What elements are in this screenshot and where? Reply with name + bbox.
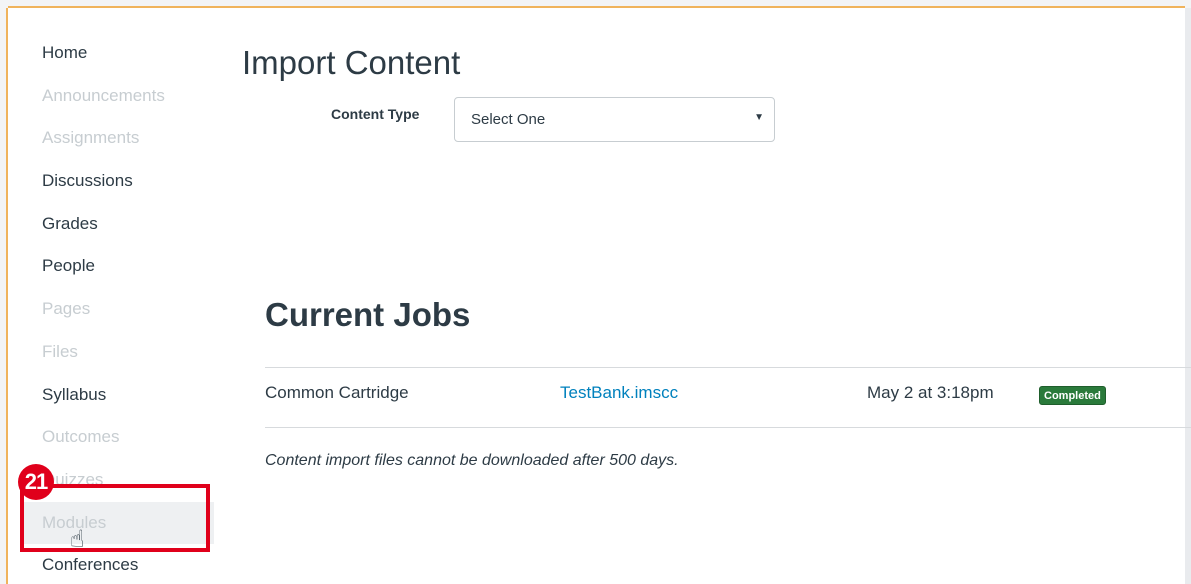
- current-jobs-heading: Current Jobs: [265, 296, 471, 333]
- page-title: Import Content: [242, 44, 461, 81]
- scrollbar-track[interactable]: [1185, 8, 1191, 584]
- sidebar-item-discussions[interactable]: Discussions: [24, 160, 214, 203]
- status-badge: Completed: [1039, 386, 1106, 405]
- sidebar-item-people[interactable]: People: [24, 245, 214, 288]
- sidebar-item-grades[interactable]: Grades: [24, 203, 214, 246]
- sidebar-item-pages[interactable]: Pages: [24, 288, 214, 331]
- content-type-select[interactable]: Select One ▼: [454, 97, 775, 142]
- sidebar-item-home[interactable]: Home: [24, 32, 214, 75]
- job-date: May 2 at 3:18pm: [867, 383, 994, 402]
- import-files-note: Content import files cannot be downloade…: [265, 452, 679, 469]
- sidebar-item-syllabus[interactable]: Syllabus: [24, 374, 214, 417]
- sidebar-item-assignments[interactable]: Assignments: [24, 117, 214, 160]
- hand-pointer-icon: ☝: [70, 526, 85, 553]
- sidebar-item-outcomes[interactable]: Outcomes: [24, 416, 214, 459]
- window-frame-left: [0, 8, 8, 584]
- caret-down-icon: ▼: [754, 112, 764, 123]
- content-type-label: Content Type: [331, 106, 420, 122]
- job-type: Common Cartridge: [265, 383, 409, 402]
- content-type-selected-value: Select One: [471, 111, 546, 128]
- window-frame-top: [0, 0, 1191, 8]
- table-divider-top: [265, 367, 1191, 368]
- sidebar-item-files[interactable]: Files: [24, 331, 214, 374]
- step-number-badge: 21: [18, 464, 54, 500]
- sidebar-item-announcements[interactable]: Announcements: [24, 75, 214, 118]
- table-divider-bottom: [265, 427, 1191, 428]
- job-file-link[interactable]: TestBank.imscc: [560, 383, 678, 403]
